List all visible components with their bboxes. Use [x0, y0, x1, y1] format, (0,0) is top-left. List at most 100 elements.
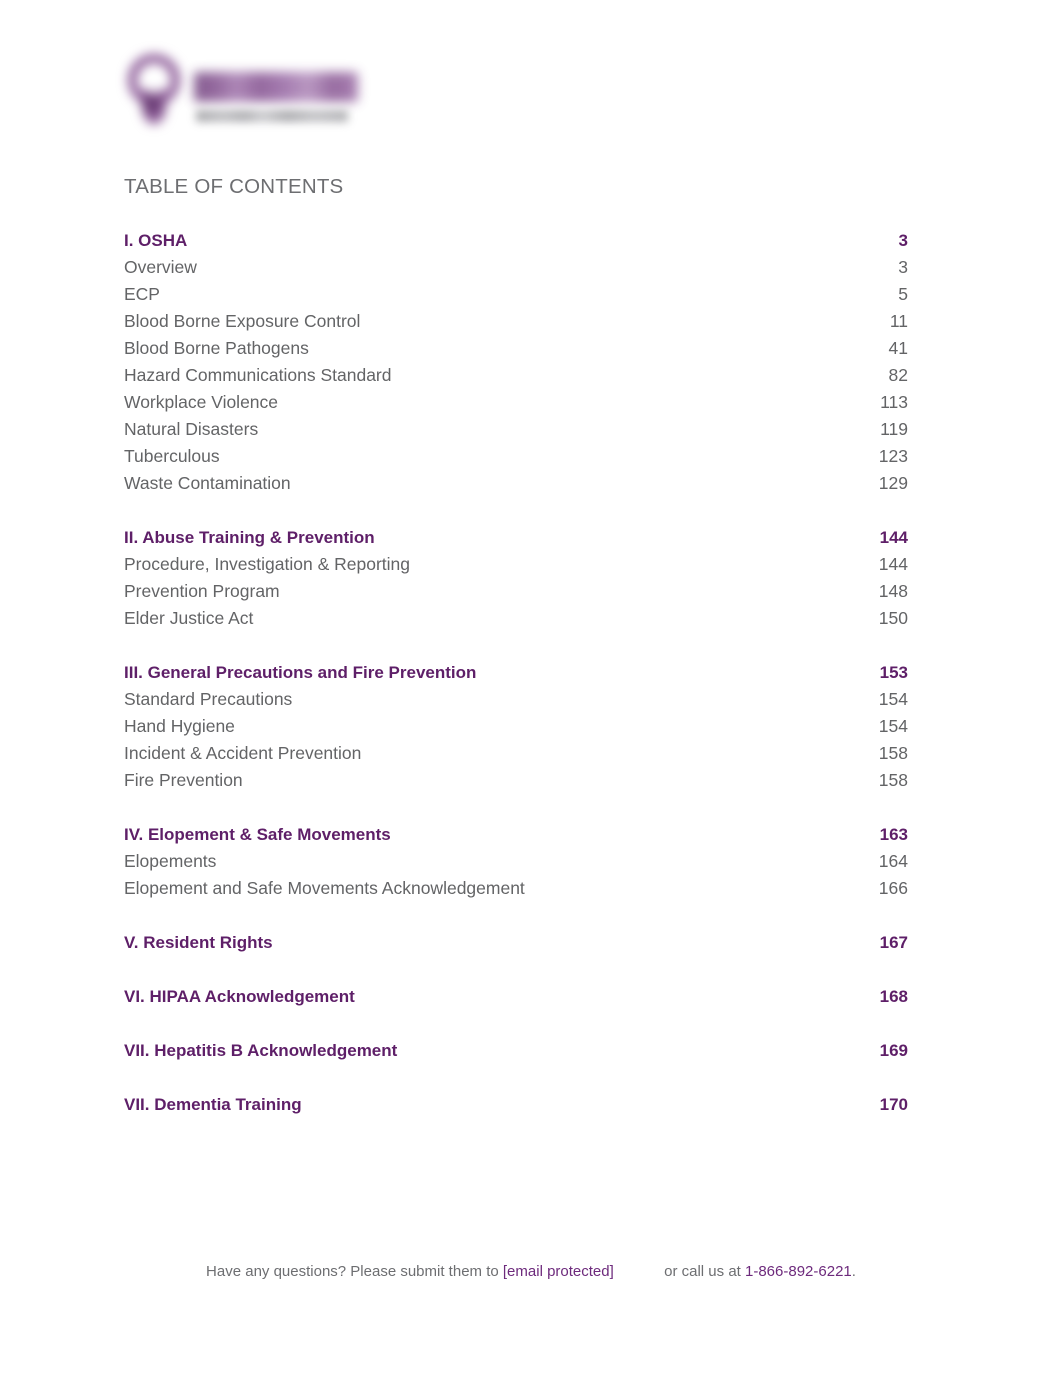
toc-entry-label: Incident & Accident Prevention — [124, 743, 362, 763]
toc-entry-label: Prevention Program — [124, 581, 280, 601]
toc-section-label: III. General Precautions and Fire Preven… — [124, 663, 477, 682]
brand-tagline — [196, 110, 348, 122]
toc-section-page-number: 170 — [879, 1095, 908, 1114]
toc-entry-row[interactable]: Fire Prevention 158 — [124, 767, 908, 794]
brand-logo — [122, 48, 362, 153]
toc-group: III. General Precautions and Fire Preven… — [124, 659, 908, 794]
toc-entry-page-number: 144 — [878, 554, 908, 574]
toc-entry-page-number: 154 — [878, 689, 908, 709]
toc-section-page-number: 163 — [879, 825, 908, 844]
toc-entry-row[interactable]: Blood Borne Exposure Control 11 — [124, 308, 908, 335]
toc-entry-label: Hazard Communications Standard — [124, 365, 392, 385]
toc-entry-label: Elopements — [124, 851, 217, 871]
toc-entry-page-number: 158 — [878, 743, 908, 763]
toc-entry-row[interactable]: Overview 3 — [124, 254, 908, 281]
toc-entry-page-number: 129 — [878, 473, 908, 493]
toc-entry-label: Fire Prevention — [124, 770, 243, 790]
toc-group: II. Abuse Training & Prevention 144 Proced… — [124, 524, 908, 632]
toc-entry-row[interactable]: Hand Hygiene 154 — [124, 713, 908, 740]
toc-group: VII. Hepatitis B Acknowledgement 169 — [124, 1037, 908, 1064]
toc-entry-label: Blood Borne Exposure Control — [124, 311, 361, 331]
toc-section-row[interactable]: VII. Hepatitis B Acknowledgement 169 — [124, 1037, 908, 1064]
toc-entry-page-number: 166 — [878, 878, 908, 898]
toc-entry-label: Overview — [124, 257, 197, 277]
toc-section-row[interactable]: VI. HIPAA Acknowledgement 168 — [124, 983, 908, 1010]
toc-entry-label: Procedure, Investigation & Reporting — [124, 554, 410, 574]
footer-lead-text: Have any questions? Please submit them t… — [206, 1263, 499, 1280]
toc-entry-row[interactable]: Tuberculous 123 — [124, 443, 908, 470]
toc-entry-row[interactable]: Prevention Program 148 — [124, 578, 908, 605]
toc-entry-row[interactable]: Natural Disasters 119 — [124, 416, 908, 443]
footer-middle-text: or call us at — [664, 1263, 741, 1280]
toc-entry-row[interactable]: Elopements 164 — [124, 848, 908, 875]
drop-dot — [142, 94, 162, 114]
toc-section-label: II. Abuse Training & Prevention — [124, 528, 375, 547]
toc-section-page-number: 169 — [879, 1041, 908, 1060]
toc-group: V. Resident Rights 167 — [124, 929, 908, 956]
toc-entry-row[interactable]: Waste Contamination 129 — [124, 470, 908, 497]
toc-section-row[interactable]: V. Resident Rights 167 — [124, 929, 908, 956]
toc-entry-label: ECP — [124, 284, 160, 304]
toc-entry-label: Waste Contamination — [124, 473, 291, 493]
toc-entry-row[interactable]: Procedure, Investigation & Reporting 144 — [124, 551, 908, 578]
toc-entry-page-number: 119 — [880, 419, 908, 439]
toc-entry-row[interactable]: Elder Justice Act 150 — [124, 605, 908, 632]
toc-entry-page-number: 11 — [889, 311, 908, 331]
toc-entry-row[interactable]: Incident & Accident Prevention 158 — [124, 740, 908, 767]
toc-entry-label: Hand Hygiene — [124, 716, 235, 736]
toc-section-page-number: 144 — [879, 528, 908, 547]
toc-entry-label: Elder Justice Act — [124, 608, 254, 628]
toc-entry-page-number: 82 — [888, 365, 908, 385]
toc-section-label: VI. HIPAA Acknowledgement — [124, 987, 355, 1006]
toc-section-label: V. Resident Rights — [124, 933, 273, 952]
footer-period: . — [851, 1263, 856, 1280]
toc-section-page-number: 153 — [879, 663, 908, 682]
toc-section-page-number: 168 — [879, 987, 908, 1006]
toc-entry-page-number: 154 — [878, 716, 908, 736]
toc-entry-row[interactable]: Hazard Communications Standard 82 — [124, 362, 908, 389]
footer-contact: Have any questions? Please submit them t… — [0, 1263, 1062, 1280]
toc-entry-row[interactable]: ECP 5 — [124, 281, 908, 308]
toc-entry-label: Workplace Violence — [124, 392, 279, 412]
toc-entry-page-number: 164 — [878, 851, 908, 871]
toc-entry-page-number: 5 — [898, 284, 908, 304]
toc-section-page-number: 3 — [898, 231, 908, 250]
toc-section-label: VII. Hepatitis B Acknowledgement — [124, 1041, 398, 1060]
toc-group: VI. HIPAA Acknowledgement 168 — [124, 983, 908, 1010]
toc-entry-label: Elopement and Safe Movements Acknowledge… — [124, 878, 525, 898]
toc-entry-page-number: 148 — [878, 581, 908, 601]
footer-phone-number[interactable]: 1-866-892-6221 — [745, 1263, 852, 1280]
toc-section-row[interactable]: I. OSHA 3 — [124, 227, 908, 254]
toc-entry-page-number: 158 — [878, 770, 908, 790]
toc-section-row[interactable]: II. Abuse Training & Prevention 144 — [124, 524, 908, 551]
toc-entry-row[interactable]: Standard Precautions 154 — [124, 686, 908, 713]
toc-group: IV. Elopement & Safe Movements 163 Elopeme… — [124, 821, 908, 902]
toc-section-row[interactable]: III. General Precautions and Fire Preven… — [124, 659, 908, 686]
page-title: TABLE OF CONTENTS — [124, 175, 344, 198]
toc-entry-row[interactable]: Blood Borne Pathogens 41 — [124, 335, 908, 362]
toc-entry-page-number: 150 — [878, 608, 908, 628]
toc-group: I. OSHA 3 Overview 3 ECP 5 Blood Borne Exposur… — [124, 227, 908, 497]
toc-entry-row[interactable]: Elopement and Safe Movements Acknowledge… — [124, 875, 908, 902]
table-of-contents: I. OSHA 3 Overview 3 ECP 5 Blood Borne Exposur… — [124, 227, 908, 1118]
toc-entry-page-number: 123 — [878, 446, 908, 466]
brand-wordmark — [194, 72, 358, 102]
toc-entry-page-number: 41 — [888, 338, 908, 358]
toc-section-label: VII. Dementia Training — [124, 1095, 302, 1114]
toc-section-label: IV. Elopement & Safe Movements — [124, 825, 391, 844]
toc-group: VII. Dementia Training 170 — [124, 1091, 908, 1118]
toc-entry-label: Standard Precautions — [124, 689, 293, 709]
toc-section-row[interactable]: VII. Dementia Training 170 — [124, 1091, 908, 1118]
toc-section-page-number: 167 — [879, 933, 908, 952]
toc-entry-page-number: 113 — [880, 392, 908, 412]
toc-section-label: I. OSHA — [124, 231, 188, 250]
toc-entry-label: Natural Disasters — [124, 419, 259, 439]
toc-entry-label: Blood Borne Pathogens — [124, 338, 309, 358]
footer-email-link[interactable]: [email protected] — [503, 1263, 614, 1280]
toc-section-row[interactable]: IV. Elopement & Safe Movements 163 — [124, 821, 908, 848]
toc-entry-page-number: 3 — [898, 257, 908, 277]
document-page: TABLE OF CONTENTS I. OSHA 3 Overview 3 ECP 5 B… — [0, 0, 1062, 1376]
toc-entry-label: Tuberculous — [124, 446, 220, 466]
toc-entry-row[interactable]: Workplace Violence 113 — [124, 389, 908, 416]
water-drop-icon — [122, 54, 188, 136]
